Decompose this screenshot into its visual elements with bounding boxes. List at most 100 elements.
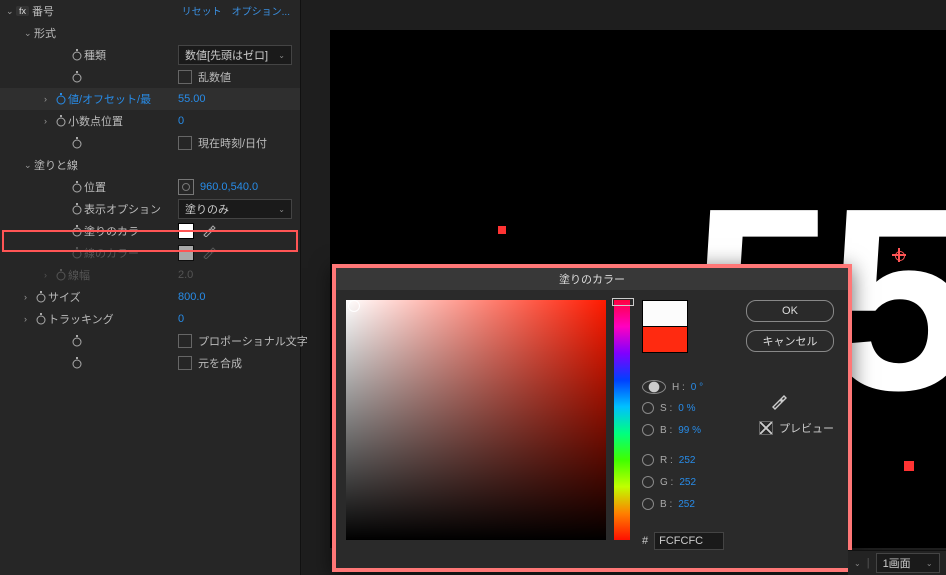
fillcolor-label: 塗りのカラー: [84, 223, 150, 239]
strokewidth-label: 線幅: [68, 267, 90, 283]
chevron-down-icon[interactable]: ⌄: [24, 160, 34, 171]
sat-radio[interactable]: [642, 402, 654, 414]
bri-radio[interactable]: [642, 424, 654, 436]
bl-label: B :: [660, 499, 672, 510]
strokewidth-field: 2.0: [178, 269, 193, 281]
stopwatch-icon[interactable]: [34, 290, 48, 304]
value-field[interactable]: 55.00: [178, 93, 206, 105]
hue-radio[interactable]: [642, 380, 666, 394]
stopwatch-icon[interactable]: [54, 92, 68, 106]
chevron-down-icon[interactable]: ⌄: [6, 6, 16, 17]
decimal-label: 小数点位置: [68, 113, 123, 129]
r-value[interactable]: 252: [679, 455, 696, 466]
stopwatch-icon[interactable]: [70, 180, 84, 194]
composite-row: 元を合成: [0, 352, 300, 374]
g-label: G :: [660, 477, 673, 488]
color-cursor[interactable]: [348, 300, 360, 312]
size-field[interactable]: 800.0: [178, 291, 206, 303]
value-row: › 値/オフセット/最 55.00: [0, 88, 300, 110]
new-color-swatch[interactable]: [642, 300, 688, 327]
stopwatch-icon[interactable]: [70, 334, 84, 348]
b-value[interactable]: 99 %: [678, 425, 701, 436]
red-radio[interactable]: [642, 454, 654, 466]
type-dropdown[interactable]: 数値[先頭はゼロ]⌄: [178, 45, 292, 65]
eyedropper-icon[interactable]: [770, 392, 788, 413]
g-value[interactable]: 252: [679, 477, 696, 488]
hex-input[interactable]: [654, 532, 724, 550]
hue-slider[interactable]: [614, 300, 630, 540]
stopwatch-icon[interactable]: [34, 312, 48, 326]
effect-name[interactable]: 番号: [32, 3, 54, 19]
chevron-right-icon[interactable]: ›: [44, 94, 54, 104]
fillcolor-swatch[interactable]: [178, 223, 194, 239]
random-label: 乱数値: [198, 69, 231, 85]
position-field[interactable]: 960.0,540.0: [200, 181, 258, 193]
position-label: 位置: [84, 179, 106, 195]
position-target-icon[interactable]: [178, 179, 194, 195]
stopwatch-icon[interactable]: [70, 224, 84, 238]
s-value[interactable]: 0 %: [678, 403, 695, 414]
color-picker-dialog: 塗りのカラー H :0 ° S :0 % B :99 % R :252 G :2…: [332, 264, 852, 572]
color-swatches: [642, 300, 686, 353]
fx-badge[interactable]: fx: [16, 6, 29, 16]
tracking-row[interactable]: › トラッキング 0: [0, 308, 300, 330]
chevron-right-icon[interactable]: ›: [24, 292, 34, 302]
blue-radio[interactable]: [642, 498, 654, 510]
size-row[interactable]: › サイズ 800.0: [0, 286, 300, 308]
effect-controls-panel: ⌄ fx 番号 リセット オプション... ⌄ 形式 種類 数値[先頭はゼロ]⌄…: [0, 0, 301, 575]
reset-link[interactable]: リセット: [182, 3, 222, 18]
layout-dropdown[interactable]: 1画面⌄: [876, 553, 940, 573]
color-field[interactable]: [346, 300, 606, 540]
proportional-checkbox[interactable]: [178, 334, 192, 348]
composite-label: 元を合成: [198, 355, 242, 371]
position-row: 位置 960.0,540.0: [0, 176, 300, 198]
ok-button[interactable]: OK: [746, 300, 834, 322]
chevron-right-icon[interactable]: ›: [44, 116, 54, 126]
type-row: 種類 数値[先頭はゼロ]⌄: [0, 44, 300, 66]
tracking-field[interactable]: 0: [178, 313, 184, 325]
chevron-down-icon[interactable]: ⌄: [854, 559, 861, 568]
format-label: 形式: [34, 25, 56, 41]
green-radio[interactable]: [642, 476, 654, 488]
preview-checkbox[interactable]: [759, 421, 773, 435]
options-link[interactable]: オプション...: [232, 3, 290, 18]
format-section[interactable]: ⌄ 形式: [0, 22, 300, 44]
strokecolor-row: 線のカラー: [0, 242, 300, 264]
clock-checkbox[interactable]: [178, 136, 192, 150]
display-dropdown[interactable]: 塗りのみ⌄: [178, 199, 292, 219]
bl-value[interactable]: 252: [678, 499, 695, 510]
cancel-button[interactable]: キャンセル: [746, 330, 834, 352]
stopwatch-icon[interactable]: [54, 114, 68, 128]
eyedropper-icon[interactable]: [200, 224, 218, 238]
stopwatch-icon[interactable]: [70, 48, 84, 62]
composite-checkbox[interactable]: [178, 356, 192, 370]
stopwatch-icon[interactable]: [70, 202, 84, 216]
chevron-down-icon[interactable]: ⌄: [24, 28, 34, 39]
random-checkbox[interactable]: [178, 70, 192, 84]
fillcolor-row: 塗りのカラー: [0, 220, 300, 242]
eyedropper-icon: [200, 246, 218, 260]
display-row: 表示オプション 塗りのみ⌄: [0, 198, 300, 220]
decimal-row: › 小数点位置 0: [0, 110, 300, 132]
fillstroke-label: 塗りと線: [34, 157, 78, 173]
effect-marker[interactable]: [498, 226, 506, 234]
old-color-swatch[interactable]: [642, 327, 688, 353]
stopwatch-icon[interactable]: [70, 356, 84, 370]
r-label: R :: [660, 455, 673, 466]
decimal-field[interactable]: 0: [178, 115, 184, 127]
h-value[interactable]: 0 °: [691, 382, 703, 393]
anchor-point-icon[interactable]: [892, 248, 906, 262]
display-label: 表示オプション: [84, 201, 161, 217]
type-label: 種類: [84, 47, 106, 63]
size-label: サイズ: [48, 289, 81, 305]
chevron-right-icon[interactable]: ›: [24, 314, 34, 324]
strokecolor-label: 線のカラー: [84, 245, 139, 261]
clock-row: 現在時刻/日付: [0, 132, 300, 154]
hue-cursor[interactable]: [612, 298, 634, 306]
fillstroke-section[interactable]: ⌄ 塗りと線: [0, 154, 300, 176]
stopwatch-icon[interactable]: [70, 136, 84, 150]
preview-label: プレビュー: [779, 420, 834, 436]
effect-marker[interactable]: [904, 461, 914, 471]
effect-header[interactable]: ⌄ fx 番号 リセット オプション...: [0, 0, 300, 22]
stopwatch-icon[interactable]: [70, 70, 84, 84]
